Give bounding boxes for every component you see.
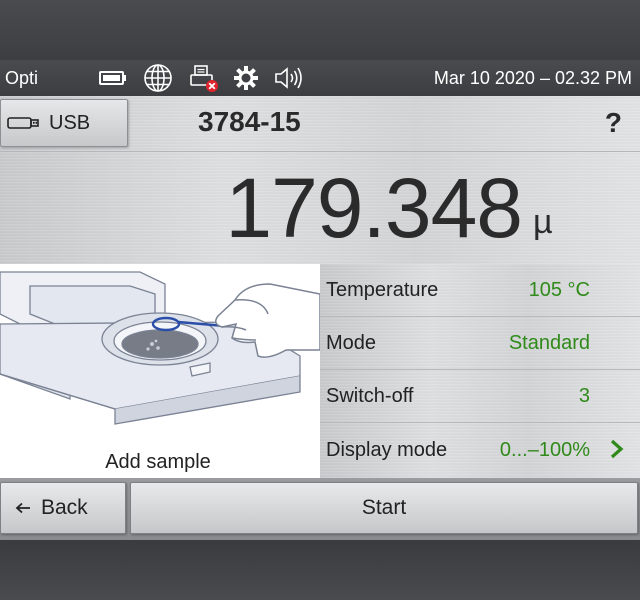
help-button[interactable]: ? bbox=[605, 96, 622, 150]
action-bar: Back Start bbox=[0, 478, 640, 540]
usb-button[interactable]: USB bbox=[0, 99, 128, 147]
param-value: 0...–100% bbox=[499, 439, 590, 461]
usb-stick-icon bbox=[7, 117, 39, 129]
param-row-switch-off[interactable]: Switch-off 3 bbox=[320, 370, 640, 423]
status-bar: Opti Mar 10 2020 – 02.32 PM bbox=[0, 60, 640, 96]
param-row-display-mode[interactable]: Display mode 0...–100% bbox=[320, 423, 640, 478]
param-name: Mode bbox=[326, 331, 377, 354]
param-value: 3 bbox=[578, 384, 590, 407]
param-name: Switch-off bbox=[326, 384, 414, 407]
date-time: Mar 10 2020 – 02.32 PM bbox=[433, 68, 632, 88]
speaker-icon[interactable] bbox=[272, 60, 306, 96]
start-button[interactable]: Start bbox=[130, 482, 638, 534]
param-value: Standard bbox=[508, 331, 590, 354]
result-value: 179.348 bbox=[225, 161, 523, 255]
illustration-caption: Add sample bbox=[105, 451, 211, 473]
printer-error-icon[interactable] bbox=[188, 60, 220, 96]
brand-label: Opti bbox=[5, 67, 39, 88]
param-row-mode[interactable]: Mode Standard bbox=[320, 317, 640, 370]
result-display: 179.348 µ bbox=[0, 152, 640, 264]
header-row: USB 3784-15 ? bbox=[0, 96, 640, 152]
device-frame-top bbox=[0, 0, 640, 60]
globe-icon[interactable] bbox=[142, 60, 174, 96]
start-button-label: Start bbox=[361, 496, 407, 519]
sample-id: 3784-15 bbox=[198, 106, 301, 137]
add-sample-illustration: Add sample bbox=[0, 264, 321, 478]
instrument-screen: Opti Mar 10 2020 – 02.32 PM USB 3784-15 … bbox=[0, 60, 640, 540]
parameter-list: Temperature 105 °C Mode Standard Switch-… bbox=[320, 264, 640, 478]
device-frame-bottom bbox=[0, 540, 640, 600]
sample-dish-hand-image bbox=[0, 271, 321, 425]
battery-icon bbox=[98, 60, 128, 96]
param-row-temperature[interactable]: Temperature 105 °C bbox=[320, 264, 640, 317]
back-button[interactable]: Back bbox=[0, 482, 126, 534]
arrow-left-icon bbox=[15, 502, 30, 514]
param-name: Temperature bbox=[326, 278, 439, 301]
chevron-right-icon bbox=[610, 439, 624, 459]
settings-gear-icon[interactable] bbox=[232, 60, 260, 96]
result-unit: µ bbox=[533, 203, 553, 241]
param-value: 105 °C bbox=[528, 278, 590, 301]
param-name: Display mode bbox=[326, 439, 448, 461]
usb-button-label: USB bbox=[49, 111, 91, 134]
back-button-label: Back bbox=[41, 496, 88, 519]
